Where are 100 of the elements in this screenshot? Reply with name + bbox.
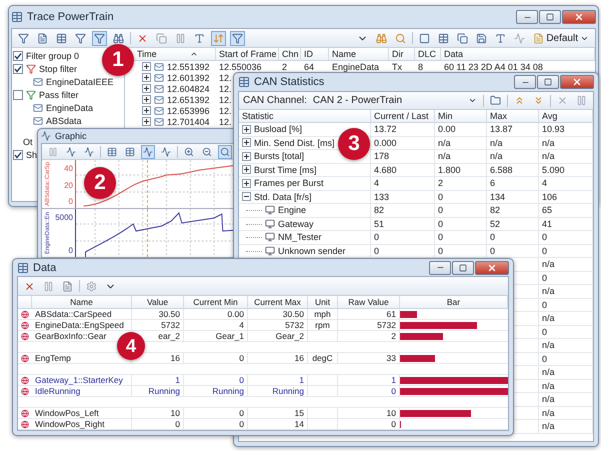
maximize-button[interactable] (539, 10, 561, 24)
collapse-icon[interactable] (242, 192, 251, 202)
column-header[interactable]: Value (132, 296, 184, 309)
table-cell: 0 (490, 232, 496, 242)
filter-icon (26, 90, 36, 100)
filter-message[interactable]: EngineDataIEEE (46, 77, 114, 87)
toolbar-button[interactable] (230, 30, 245, 46)
document-icon (62, 280, 73, 292)
filter-message[interactable]: EngineData (46, 103, 94, 113)
table-cell: 14 (294, 419, 304, 429)
checkbox[interactable] (13, 51, 23, 61)
table-cell: 12.550036 (219, 62, 262, 72)
close-button[interactable] (560, 75, 594, 89)
minimize-button[interactable] (516, 10, 538, 24)
expand-icon[interactable] (242, 138, 251, 148)
filter-label[interactable]: Pass filter (39, 90, 79, 100)
table-cell: 2 (438, 178, 444, 188)
toolbar-button[interactable] (92, 30, 107, 46)
column-header[interactable]: Time (134, 48, 216, 61)
funnel-icon (75, 32, 86, 44)
column-header[interactable]: Bar (400, 296, 508, 309)
close-button[interactable] (562, 10, 596, 24)
column-header[interactable]: Avg (539, 110, 593, 123)
message-icon (154, 62, 164, 72)
window-icon (238, 76, 250, 88)
expand-icon[interactable] (142, 73, 151, 82)
table-cell: 0 (542, 232, 548, 242)
column-header[interactable]: Current Min (184, 296, 248, 309)
toolbar-button[interactable] (141, 144, 155, 158)
signal-icon (21, 376, 29, 384)
column-header[interactable]: Raw Value (338, 296, 400, 309)
minimize-button[interactable] (514, 75, 536, 89)
table-cell: 0.000 (374, 138, 397, 148)
column-header[interactable]: Name (329, 48, 389, 61)
column-header[interactable]: Statistic (239, 110, 371, 123)
table-cell: 1 (391, 375, 396, 385)
table-cell: n/a (542, 151, 555, 162)
channel-dropdown[interactable]: CAN 2 - PowerTrain (310, 93, 480, 108)
table-cell: 0 (239, 353, 244, 363)
window-title: Data (33, 262, 58, 274)
table-cell: 0 (374, 232, 380, 242)
message-icon (33, 103, 43, 113)
column-header[interactable]: DLC (415, 48, 441, 61)
tick-label: 0 (68, 198, 73, 206)
table-cell: Gear_2 (276, 331, 304, 341)
expand-icon[interactable] (142, 95, 151, 104)
toolbar-button[interactable] (159, 144, 173, 158)
expand-icon[interactable] (142, 117, 151, 126)
table-cell: n/a (542, 313, 555, 324)
toolbar-button[interactable] (82, 144, 96, 158)
checkbox[interactable] (13, 90, 23, 100)
expand-icon[interactable] (142, 62, 151, 71)
message-icon (154, 72, 164, 82)
column-header[interactable]: Start of Frame (216, 48, 279, 61)
column-header[interactable]: Current / Last (371, 110, 435, 123)
column-header[interactable]: Name (32, 296, 132, 309)
close-button[interactable] (475, 260, 509, 274)
expand-icon[interactable] (242, 152, 251, 161)
column-header[interactable]: Dir (389, 48, 415, 61)
toolbar-button[interactable] (64, 144, 78, 158)
search-icon (395, 32, 406, 44)
toolbar-button[interactable] (455, 30, 470, 46)
table-cell: 5732 (377, 320, 396, 330)
table-cell: Tx (392, 62, 402, 72)
view-dropdown[interactable]: Default (531, 30, 591, 46)
table-cell: degC (312, 353, 333, 363)
filter-message[interactable]: ABSdata (46, 116, 82, 126)
signal-icon (21, 332, 29, 340)
expand-icon[interactable] (142, 84, 151, 93)
message-icon (33, 116, 43, 126)
checkbox[interactable] (13, 64, 23, 74)
column-header[interactable]: Max (487, 110, 539, 123)
expand-icon[interactable] (242, 124, 251, 134)
maximize-button[interactable] (452, 260, 474, 274)
column-header[interactable]: Data (441, 48, 595, 61)
expand-icon[interactable] (142, 106, 151, 115)
table-cell: Running (212, 386, 244, 396)
checkbox[interactable] (13, 150, 23, 160)
table-cell: 0 (542, 272, 548, 283)
maximize-button[interactable] (537, 75, 559, 89)
table-cell: n/a (542, 394, 555, 404)
table-cell: 61 (386, 309, 396, 319)
column-header[interactable]: Chn (279, 48, 301, 61)
table-cell: 12.651392 (167, 94, 210, 104)
expand-icon[interactable] (242, 178, 251, 188)
table-cell: 0 (438, 218, 444, 229)
column-header[interactable]: Min (435, 110, 487, 123)
folder-icon (490, 95, 502, 106)
table-cell: 60 11 23 2D A4 01 34 08 (444, 62, 543, 72)
table-cell: 12. (219, 106, 232, 116)
column-header[interactable]: ID (301, 48, 329, 61)
column-header[interactable]: Current Max (248, 296, 308, 309)
table-cell: WindowPos_Right (35, 419, 104, 429)
gear-icon (86, 280, 97, 292)
expand-icon[interactable] (242, 165, 251, 174)
filter-label[interactable]: Stop filter (39, 64, 78, 74)
minimize-button[interactable] (429, 260, 451, 274)
toolbar-button[interactable] (218, 144, 232, 158)
column-header[interactable]: Unit (308, 296, 338, 309)
table-cell: 12. (219, 84, 232, 94)
